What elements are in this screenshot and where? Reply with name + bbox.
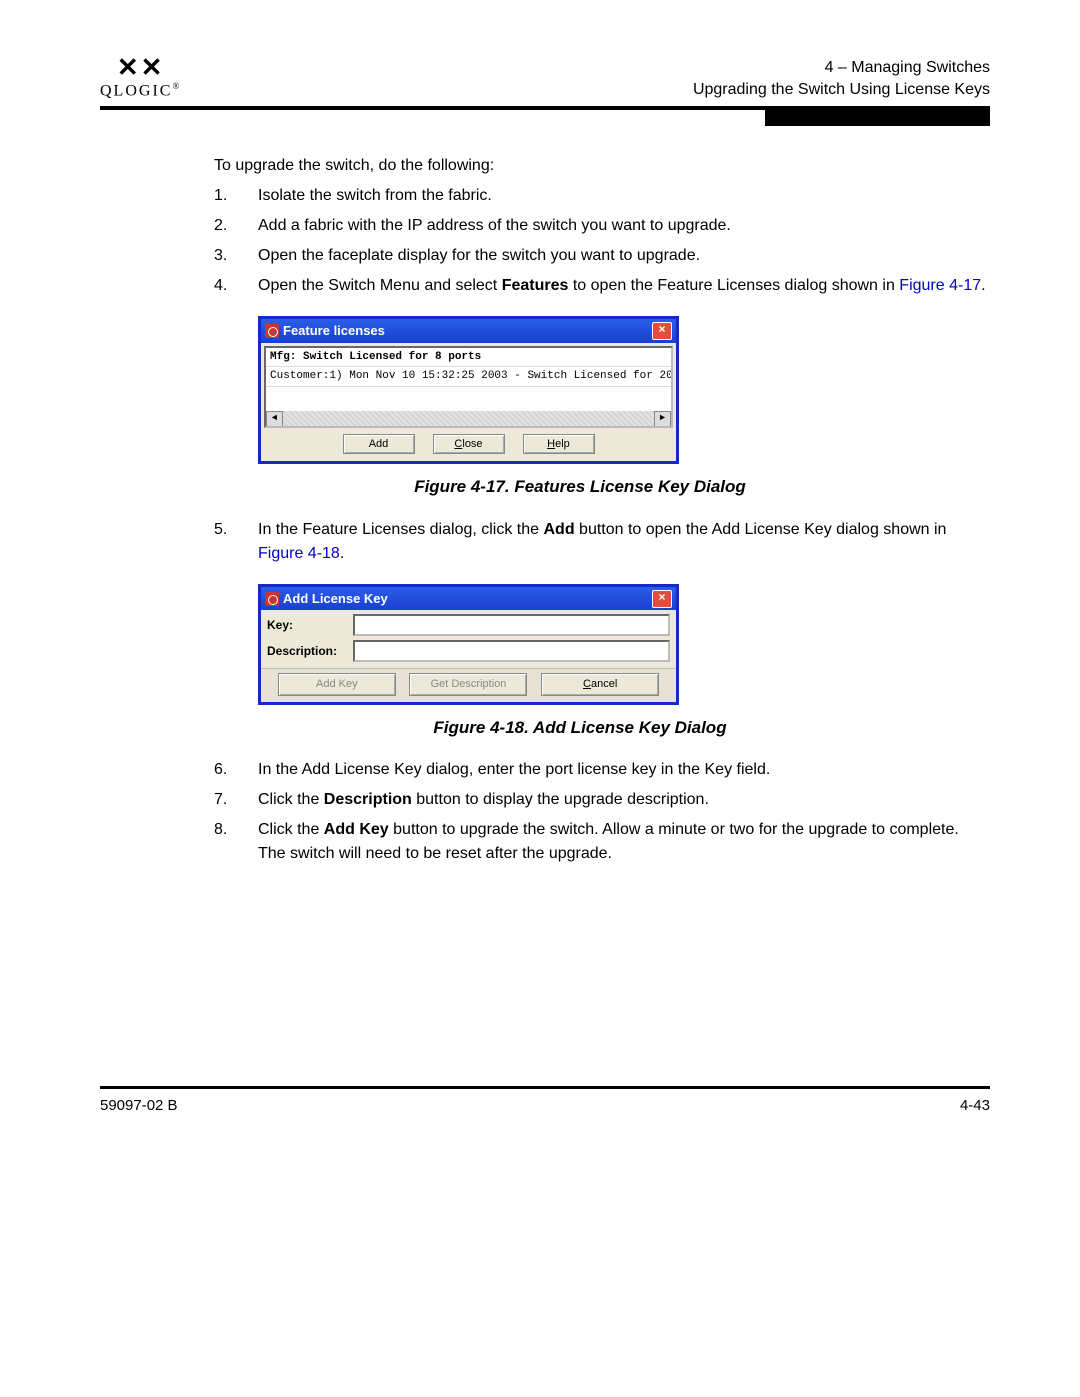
description-label: Description: [267,642,347,660]
java-icon [265,324,279,338]
license-list: Mfg: Switch Licensed for 8 ports Custome… [264,346,673,428]
page-footer: 59097-02 B 4-43 [100,1097,990,1114]
step-number: 2. [214,214,258,238]
body-content: To upgrade the switch, do the following:… [214,154,990,866]
logo: ✕✕ QLOGIC® [100,55,181,100]
java-icon [265,592,279,606]
page-number: 4-43 [960,1097,990,1114]
step-number: 8. [214,818,258,866]
step-number: 7. [214,788,258,812]
step-text: In the Add License Key dialog, enter the… [258,758,990,782]
close-button[interactable]: Close [433,434,505,455]
section-number: 4 – Managing Switches [693,57,990,79]
step-number: 5. [214,518,258,566]
section-title: Upgrading the Switch Using License Keys [693,79,990,101]
titlebar: Add License Key × [261,587,676,611]
header-right: 4 – Managing Switches Upgrading the Swit… [693,57,990,100]
key-label: Key: [267,616,347,634]
key-input[interactable] [353,614,670,636]
list-item: Customer:1) Mon Nov 10 15:32:25 2003 - S… [266,367,671,387]
logo-text: QLOGIC® [100,81,181,100]
get-description-button[interactable]: Get Description [409,673,527,696]
step-text: In the Feature Licenses dialog, click th… [258,518,990,566]
intro-text: To upgrade the switch, do the following: [214,154,990,178]
cancel-button[interactable]: Cancel [541,673,659,696]
step-number: 3. [214,244,258,268]
help-button[interactable]: Help [523,434,595,455]
figure-link[interactable]: Figure 4-17 [899,277,981,294]
step-number: 6. [214,758,258,782]
titlebar: Feature licenses × [261,319,676,343]
logo-icon: ✕✕ [117,55,165,81]
step-text: Isolate the switch from the fabric. [258,184,990,208]
doc-id: 59097-02 B [100,1097,178,1114]
step-text: Click the Add Key button to upgrade the … [258,818,990,866]
steps-list: 6. In the Add License Key dialog, enter … [214,758,990,866]
step-text: Open the Switch Menu and select Features… [258,274,990,298]
page-header: ✕✕ QLOGIC® 4 – Managing Switches Upgradi… [100,55,990,100]
list-item: Mfg: Switch Licensed for 8 ports [266,348,671,368]
steps-list: 1. Isolate the switch from the fabric. 2… [214,184,990,298]
dialog-title: Add License Key [283,589,388,609]
header-rule [100,106,990,126]
figure-4-18: Add License Key × Key: Description: Add [258,584,990,705]
feature-licenses-dialog: Feature licenses × Mfg: Switch Licensed … [258,316,679,464]
add-license-key-dialog: Add License Key × Key: Description: Add [258,584,679,705]
figure-caption: Figure 4-18. Add License Key Dialog [170,715,990,741]
scroll-right-icon[interactable]: ► [654,411,671,428]
step-text: Add a fabric with the IP address of the … [258,214,990,238]
step-number: 4. [214,274,258,298]
figure-4-17: Feature licenses × Mfg: Switch Licensed … [258,316,990,464]
step-number: 1. [214,184,258,208]
dialog-title: Feature licenses [283,321,385,341]
add-key-button[interactable]: Add Key [278,673,396,696]
close-icon[interactable]: × [652,322,672,340]
footer-rule [100,1086,990,1089]
horizontal-scrollbar[interactable]: ◄ ► [266,411,671,426]
close-icon[interactable]: × [652,590,672,608]
figure-link[interactable]: Figure 4-18 [258,545,340,562]
figure-caption: Figure 4-17. Features License Key Dialog [170,474,990,500]
step-text: Click the Description button to display … [258,788,990,812]
description-input[interactable] [353,640,670,662]
step-text: Open the faceplate display for the switc… [258,244,990,268]
steps-list: 5. In the Feature Licenses dialog, click… [214,518,990,566]
scroll-left-icon[interactable]: ◄ [266,411,283,428]
add-button[interactable]: Add [343,434,415,455]
